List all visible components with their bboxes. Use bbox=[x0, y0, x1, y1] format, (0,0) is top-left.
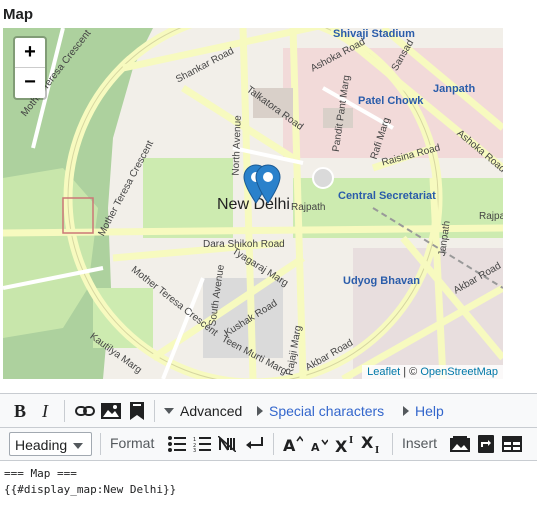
svg-text:A: A bbox=[311, 441, 320, 452]
svg-text:X: X bbox=[335, 437, 348, 453]
map-label-central-secretariat: Central Secretariat bbox=[338, 190, 436, 202]
insert-label: Insert bbox=[402, 435, 438, 451]
subscript-icon[interactable]: XI bbox=[360, 432, 384, 456]
map-label-rajpath-right: Rajpath bbox=[479, 211, 503, 222]
map-viewer[interactable]: New Delhi Shivaji Stadium Janpath Patel … bbox=[3, 28, 503, 379]
toolbar-divider bbox=[64, 400, 65, 422]
image-icon[interactable] bbox=[99, 399, 123, 423]
toolbar-divider bbox=[392, 433, 393, 455]
superscript-icon[interactable]: XI bbox=[334, 432, 358, 456]
svg-text:A: A bbox=[283, 436, 296, 453]
editor-toolbar-main: B I Advanced Special characters Help bbox=[0, 394, 537, 428]
map-attribution: Leaflet | © OpenStreetMap bbox=[362, 365, 503, 379]
numbered-list-icon[interactable]: 123 bbox=[191, 432, 213, 456]
nowiki-icon[interactable] bbox=[216, 432, 238, 456]
openstreetmap-link[interactable]: OpenStreetMap bbox=[420, 366, 498, 378]
leaflet-link[interactable]: Leaflet bbox=[367, 366, 400, 378]
special-characters-toggle[interactable]: Special characters bbox=[257, 399, 392, 423]
italic-button[interactable]: I bbox=[35, 399, 55, 423]
map-label-patel-chowk: Patel Chowk bbox=[358, 95, 424, 107]
svg-text:X: X bbox=[361, 434, 374, 452]
link-icon[interactable] bbox=[73, 399, 97, 423]
zoom-in-button[interactable]: + bbox=[15, 38, 45, 68]
advanced-toggle[interactable]: Advanced bbox=[164, 399, 244, 423]
attribution-separator: | © bbox=[400, 366, 421, 378]
map-label-janpath-top: Janpath bbox=[433, 83, 476, 95]
wikitext-textarea[interactable]: === Map === {{#display_map:New Delhi}} bbox=[0, 461, 537, 517]
map-label-udyog-bhavan: Udyog Bhavan bbox=[343, 275, 421, 287]
chevron-right-icon bbox=[403, 406, 409, 416]
svg-text:I: I bbox=[349, 436, 353, 446]
toolbar-divider bbox=[273, 433, 274, 455]
gallery-icon[interactable] bbox=[448, 432, 472, 456]
big-text-icon[interactable]: A bbox=[281, 432, 305, 456]
map-label-rajpath: Rajpath bbox=[291, 202, 326, 213]
chevron-down-icon bbox=[164, 408, 174, 414]
special-characters-label: Special characters bbox=[269, 403, 385, 419]
zoom-control: + − bbox=[13, 36, 47, 100]
zoom-out-button[interactable]: − bbox=[15, 68, 45, 98]
format-label: Format bbox=[110, 435, 155, 451]
svg-text:3: 3 bbox=[193, 448, 196, 452]
toolbar-divider bbox=[100, 433, 101, 455]
map-label-dara-shikoh-road: Dara Shikoh Road bbox=[203, 239, 285, 250]
svg-text:I: I bbox=[375, 446, 379, 454]
heading-select[interactable]: Heading bbox=[9, 432, 92, 456]
bulleted-list-icon[interactable] bbox=[166, 432, 188, 456]
toolbar-divider bbox=[154, 400, 155, 422]
table-icon[interactable] bbox=[500, 432, 524, 456]
section-heading: Map bbox=[3, 6, 33, 23]
map-label-north-avenue: North Avenue bbox=[230, 115, 244, 176]
help-label: Help bbox=[415, 403, 444, 419]
editor-toolbar-advanced: Heading Format 123 A A XI XI Insert bbox=[0, 428, 537, 461]
heading-select-value: Heading bbox=[15, 437, 68, 453]
redirect-icon[interactable] bbox=[474, 432, 498, 456]
reference-icon[interactable] bbox=[125, 399, 149, 423]
chevron-down-icon bbox=[73, 443, 83, 449]
wikitext-editor: B I Advanced Special characters Help Hea… bbox=[0, 393, 537, 517]
chevron-right-icon bbox=[257, 406, 263, 416]
advanced-label: Advanced bbox=[180, 403, 243, 419]
newline-icon[interactable] bbox=[244, 432, 266, 456]
small-text-icon[interactable]: A bbox=[308, 432, 330, 456]
help-toggle[interactable]: Help bbox=[403, 399, 463, 423]
bold-button[interactable]: B bbox=[9, 399, 31, 423]
